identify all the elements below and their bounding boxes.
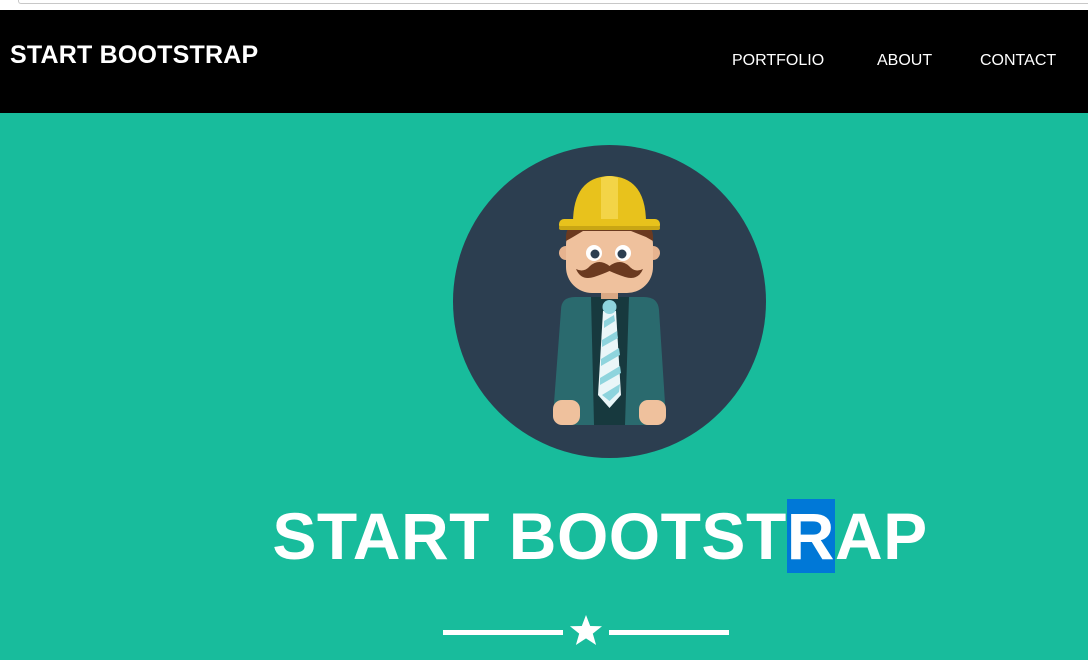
divider-line-right [609,630,729,635]
nav-item-about[interactable]: ABOUT [877,52,932,70]
browser-address-bar-edge [18,0,1088,4]
star-divider [443,612,729,652]
brand-link[interactable]: START BOOTSTRAP [10,41,258,70]
navbar: START BOOTSTRAP PORTFOLIO ABOUT CONTACT [0,10,1088,113]
construction-worker-avatar-icon [453,145,766,458]
browser-top-edge [0,0,1088,10]
divider-line-left [443,630,563,635]
text-selection-highlight: R [786,499,835,573]
hero-title-text-end: AP [834,499,928,573]
star-icon [569,614,603,648]
hero-title-text: START BOOTST [272,499,787,573]
nav-item-contact[interactable]: CONTACT [980,52,1056,70]
hero-title: START BOOTSTRAP [0,497,1088,575]
nav-item-portfolio[interactable]: PORTFOLIO [732,52,824,70]
